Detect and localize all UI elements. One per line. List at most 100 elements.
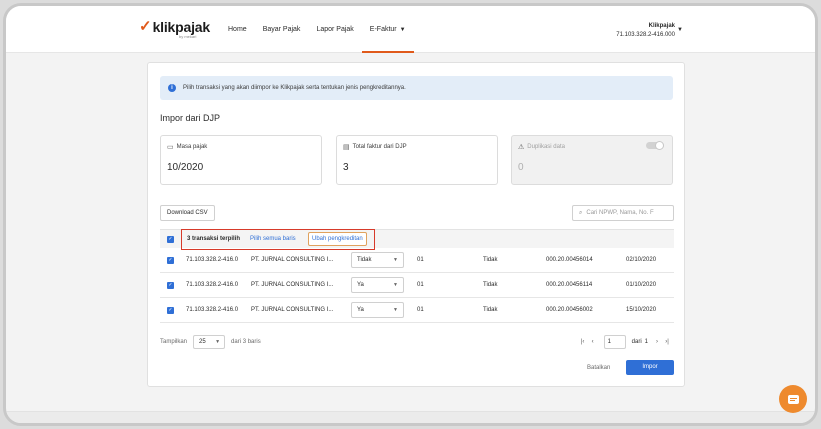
row-code: 01 <box>417 307 424 313</box>
nav-e-faktur-label: E-Faktur <box>369 26 397 33</box>
prev-page-icon[interactable]: ‹ <box>588 339 598 345</box>
logo-text: klikpajak <box>152 19 211 35</box>
import-button[interactable]: Impor <box>626 360 674 375</box>
stat-duplikasi: ⚠ Duplikasi data 0 <box>511 135 673 185</box>
selection-toolbar: 3 transaksi terpilih Pilih semua baris U… <box>181 229 375 250</box>
row-npwp: 71.103.328.2-416.0 <box>186 307 239 313</box>
info-text: Pilih transaksi yang akan diimpor ke Kli… <box>183 85 406 91</box>
row-date: 01/10/2020 <box>626 282 657 288</box>
nav-e-faktur[interactable]: E-Faktur ▼ <box>361 6 414 53</box>
nav-bayar-pajak-label: Bayar Pajak <box>262 26 301 33</box>
info-banner: i Pilih transaksi yang akan diimpor ke K… <box>160 76 673 100</box>
row-name: PT. JURNAL CONSULTING I... <box>251 282 334 288</box>
nav-lapor-pajak[interactable]: Lapor Pajak <box>308 6 361 53</box>
logo-subtext: by mekari <box>179 34 197 39</box>
page-title: Impor dari DJP <box>160 113 221 123</box>
warning-icon: ⚠ <box>518 144 525 151</box>
invoice-table: ✓ 3 transaksi terpilih Pilih semua baris… <box>160 229 674 323</box>
total-pages: 1 <box>644 339 648 345</box>
klikpajak-logo[interactable]: ✓ klikpajak by mekari <box>139 18 211 39</box>
row-status: Tidak <box>483 282 498 288</box>
change-credit-button[interactable]: Ubah pengkreditan <box>308 232 367 246</box>
row-status: Tidak <box>483 257 498 263</box>
table-header: ✓ 3 transaksi terpilih Pilih semua baris… <box>160 229 674 250</box>
selection-count: 3 transaksi terpilih <box>187 236 241 242</box>
row-credit-select[interactable]: Ya ▼ <box>351 302 404 318</box>
row-invoice-number: 000.20.00456114 <box>546 282 593 288</box>
import-card: i Pilih transaksi yang akan diimpor ke K… <box>147 62 685 387</box>
row-checkbox[interactable]: ✓ <box>167 282 174 289</box>
nav-home-label: Home <box>228 26 247 33</box>
pagination-size: Tampilkan 25 ▼ dari 3 baris <box>160 335 261 349</box>
chevron-down-icon: ▼ <box>393 282 398 288</box>
row-credit-select[interactable]: Tidak ▼ <box>351 252 404 268</box>
row-npwp: 71.103.328.2-416.0 <box>186 257 239 263</box>
duplicate-toggle[interactable] <box>646 141 664 150</box>
search-icon: ⌕ <box>579 210 583 216</box>
download-csv-button[interactable]: Download CSV <box>160 205 215 221</box>
user-menu[interactable]: Klikpajak 71.103.328.2-416.000 <box>616 22 675 40</box>
chat-button[interactable] <box>779 385 807 413</box>
last-page-icon[interactable]: ›| <box>662 339 672 345</box>
user-npwp: 71.103.328.2-416.000 <box>616 32 675 38</box>
row-credit-select[interactable]: Ya ▼ <box>351 277 404 293</box>
chevron-down-icon: ▼ <box>393 307 398 313</box>
info-icon: i <box>168 84 176 92</box>
per-page-value: 25 <box>199 339 206 345</box>
stat-label: Total faktur dari DJP <box>352 144 407 150</box>
stat-value: 10/2020 <box>167 162 204 173</box>
chevron-down-icon: ▼ <box>399 27 406 33</box>
select-all-checkbox[interactable]: ✓ <box>167 236 174 243</box>
chevron-down-icon: ▼ <box>393 257 398 263</box>
cancel-button[interactable]: Batalkan <box>587 361 610 375</box>
document-icon: ▤ <box>343 144 350 151</box>
row-checkbox[interactable]: ✓ <box>167 307 174 314</box>
first-page-icon[interactable]: |‹ <box>578 339 588 345</box>
row-name: PT. JURNAL CONSULTING I... <box>251 257 334 263</box>
row-credit-value: Ya <box>357 307 364 313</box>
nav-bayar-pajak[interactable]: Bayar Pajak <box>255 6 309 53</box>
table-row[interactable]: ✓ 71.103.328.2-416.0 PT. JURNAL CONSULTING… <box>160 298 674 323</box>
table-row[interactable]: ✓ 71.103.328.2-416.0 PT. JURNAL CONSULTING… <box>160 248 674 273</box>
row-checkbox[interactable]: ✓ <box>167 257 174 264</box>
select-all-rows-link[interactable]: Pilih semua baris <box>250 236 296 242</box>
row-status: Tidak <box>483 307 498 313</box>
row-credit-value: Tidak <box>357 257 372 263</box>
row-invoice-number: 000.20.00456002 <box>546 307 593 313</box>
show-label: Tampilkan <box>160 339 188 345</box>
page-input[interactable]: 1 <box>603 335 626 349</box>
app-window: ✓ klikpajak by mekari Home Bayar Pajak L… <box>3 3 818 426</box>
stat-value: 3 <box>343 162 349 173</box>
chat-icon <box>787 394 799 404</box>
row-code: 01 <box>417 282 424 288</box>
row-code: 01 <box>417 257 424 263</box>
calendar-icon: ▭ <box>167 144 174 151</box>
row-npwp: 71.103.328.2-416.0 <box>186 282 239 288</box>
stat-label: Masa pajak <box>176 144 208 150</box>
search-input[interactable]: ⌕ Cari NPWP, Nama, No. F <box>572 205 674 221</box>
user-chevron-down-icon[interactable]: ▼ <box>677 27 683 33</box>
row-date: 02/10/2020 <box>626 257 657 263</box>
table-row[interactable]: ✓ 71.103.328.2-416.0 PT. JURNAL CONSULTING… <box>160 273 674 298</box>
stat-value: 0 <box>518 162 524 173</box>
page-bottom-shade <box>6 411 815 423</box>
stat-masa-pajak: ▭ Masa pajak 10/2020 <box>160 135 322 185</box>
rows-count-label: dari 3 baris <box>231 339 261 345</box>
per-page-select[interactable]: 25 ▼ <box>193 335 226 349</box>
row-invoice-number: 000.20.00456014 <box>546 257 593 263</box>
pagination: |‹ ‹ 1 dari 1 › ›| <box>578 335 672 349</box>
toggle-knob <box>655 141 664 150</box>
row-name: PT. JURNAL CONSULTING I... <box>251 307 334 313</box>
chevron-down-icon: ▼ <box>215 339 221 345</box>
search-placeholder: Cari NPWP, Nama, No. F <box>586 210 654 216</box>
user-name: Klikpajak <box>648 23 675 29</box>
next-page-icon[interactable]: › <box>652 339 662 345</box>
main-nav: Home Bayar Pajak Lapor Pajak E-Faktur ▼ <box>220 6 414 53</box>
top-navbar: ✓ klikpajak by mekari Home Bayar Pajak L… <box>6 6 815 53</box>
nav-lapor-pajak-label: Lapor Pajak <box>316 26 354 33</box>
stat-total-faktur: ▤ Total faktur dari DJP 3 <box>336 135 498 185</box>
check-logo-icon: ✓ <box>139 18 152 35</box>
row-date: 15/10/2020 <box>626 307 657 313</box>
nav-home[interactable]: Home <box>220 6 255 53</box>
of-pages-label: dari <box>631 339 642 345</box>
